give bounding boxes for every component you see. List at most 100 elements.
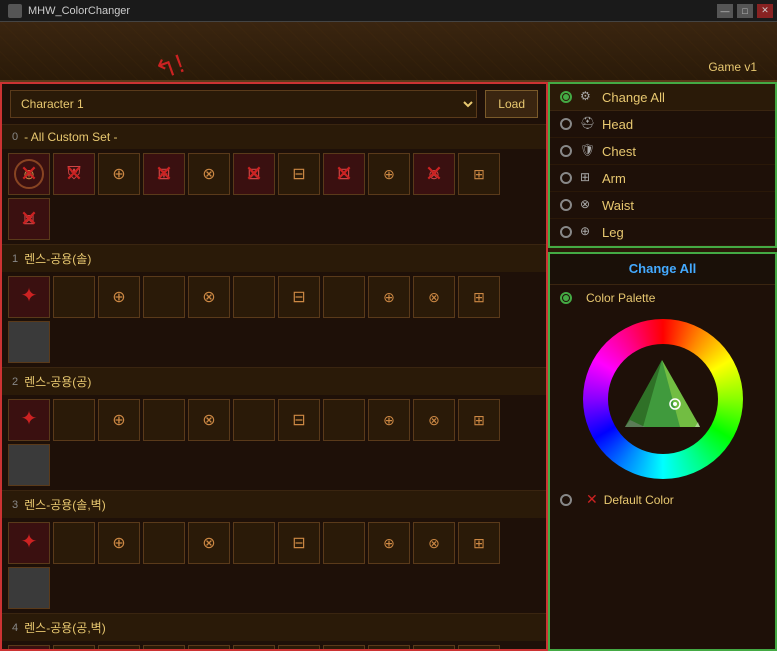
armor-slot[interactable]: ⊟ [278,153,320,195]
right-panel: ⚙ Change All ⛑ Head 🛡 Chest ⊞ Arm [548,82,777,651]
color-wheel-container[interactable] [550,311,775,487]
armor-slot[interactable] [53,522,95,564]
armor-slot[interactable]: ⊕ [98,276,140,318]
leg-radio[interactable] [560,226,572,238]
slot-icon: ⊞ [473,412,485,428]
color-panel-title: Change All [629,261,696,276]
armor-slot[interactable] [233,276,275,318]
color-wheel[interactable] [583,319,743,479]
armor-slot[interactable] [8,321,50,363]
armor-slot[interactable]: ⊗ [413,276,455,318]
armor-slot[interactable]: ⊞ [458,153,500,195]
armor-slot[interactable]: ⊕ [368,153,410,195]
armor-slot[interactable] [233,645,275,649]
leg-label: Leg [602,225,624,240]
load-button[interactable]: Load [485,90,538,118]
set-icons-0: ✕ ⊛ ✕ ⛨ ⊕ ✕ ⊞ ⊗ [2,149,546,244]
head-radio[interactable] [560,118,572,130]
waist-radio[interactable] [560,199,572,211]
armor-slot[interactable]: ✕ ⊠ [233,153,275,195]
armor-slot[interactable]: ⊗ [413,645,455,649]
body-part-leg[interactable]: ⊕ Leg [550,219,775,246]
body-part-chest[interactable]: 🛡 Chest [550,138,775,165]
armor-slot[interactable]: ⊟ [278,276,320,318]
slot-icon: ⊗ [428,535,440,551]
body-part-waist[interactable]: ⊗ Waist [550,192,775,219]
default-color-radio[interactable] [560,494,572,506]
armor-slot[interactable] [323,399,365,441]
chest-icon: 🛡 [580,143,596,159]
waist-icon: ⊗ [580,197,596,213]
armor-slot[interactable]: ⊗ [188,645,230,649]
armor-slot[interactable]: ⊗ [188,399,230,441]
armor-slot[interactable]: ✦ [8,399,50,441]
armor-slot[interactable]: ✦ [8,276,50,318]
armor-slot[interactable] [323,276,365,318]
armor-slot[interactable]: ⊕ [368,276,410,318]
armor-slot[interactable]: ⊕ [368,522,410,564]
minimize-button[interactable]: — [717,4,733,18]
armor-slot[interactable]: ⊕ [368,645,410,649]
armor-slot[interactable]: ⊗ [188,153,230,195]
slot-icon: ⊞ [473,166,485,182]
armor-slot[interactable] [323,645,365,649]
chest-radio[interactable] [560,145,572,157]
armor-slot[interactable] [53,399,95,441]
armor-slot[interactable] [143,399,185,441]
armor-slot[interactable]: ✕ ⊗ [413,153,455,195]
body-part-panel: ⚙ Change All ⛑ Head 🛡 Chest ⊞ Arm [548,82,777,248]
set-group-1: 1 렌스-공용(솔) ✦ ⊕ ⊗ [2,245,546,368]
armor-slot[interactable]: ✕ ⊞ [143,153,185,195]
armor-slot[interactable]: ✕ ⊡ [323,153,365,195]
armor-slot[interactable]: ⊞ [458,399,500,441]
slot-icon: ⊕ [383,412,395,428]
default-color-x-icon: ✕ [586,491,598,508]
slot-icon: ⊗ [202,535,215,552]
armor-slot[interactable]: ✕ ⊠ [8,198,50,240]
armor-slot[interactable]: ⊗ [413,522,455,564]
armor-slot[interactable]: ✦ [8,522,50,564]
armor-slot[interactable]: ⊟ [278,522,320,564]
slot-icon: ⊗ [202,289,215,306]
armor-slot[interactable] [143,522,185,564]
slot-icon: ✦ [21,285,38,307]
slot-icon: ⊗ [428,289,440,305]
body-part-arm[interactable]: ⊞ Arm [550,165,775,192]
armor-slot[interactable]: ⊗ [188,276,230,318]
armor-slot[interactable]: ⊕ [98,153,140,195]
character-dropdown[interactable]: Character 1 Character 2 Character 3 [10,90,477,118]
armor-slot[interactable] [53,276,95,318]
armor-slot[interactable]: ⊞ [458,276,500,318]
change-all-radio[interactable] [560,91,572,103]
armor-slot[interactable]: ⊟ [278,645,320,649]
armor-slot[interactable] [8,444,50,486]
armor-slot[interactable] [233,522,275,564]
color-palette-radio[interactable] [560,292,572,304]
change-all-top-item[interactable]: ⚙ Change All [550,84,775,111]
arm-radio[interactable] [560,172,572,184]
armor-slot[interactable] [233,399,275,441]
armor-slot[interactable]: ⊗ [188,522,230,564]
armor-slot[interactable]: ⊕ [98,645,140,649]
armor-slot[interactable] [143,645,185,649]
armor-slot[interactable]: ✦ [8,645,50,649]
slot-icon: ⊕ [112,412,125,429]
armor-slot[interactable]: ⊟ [278,399,320,441]
body-part-head[interactable]: ⛑ Head [550,111,775,138]
armor-slot[interactable]: ✕ ⛨ [53,153,95,195]
armor-slot[interactable] [8,567,50,609]
armor-slot[interactable]: ✕ ⊛ [8,153,50,195]
maximize-button[interactable]: □ [737,4,753,18]
armor-slot[interactable]: ⊕ [98,522,140,564]
armor-slot[interactable] [53,645,95,649]
armor-slot[interactable]: ⊞ [458,522,500,564]
armor-slot[interactable] [143,276,185,318]
armor-slot[interactable]: ⊕ [98,399,140,441]
armor-slot[interactable]: ⊞ [458,645,500,649]
set-header-4: 4 렌스-공용(공,벽) [2,614,546,641]
armor-slot[interactable] [323,522,365,564]
armor-slot[interactable]: ⊗ [413,399,455,441]
slot-icon: ⊞ [473,289,485,305]
armor-slot[interactable]: ⊕ [368,399,410,441]
close-button[interactable]: ✕ [757,4,773,18]
